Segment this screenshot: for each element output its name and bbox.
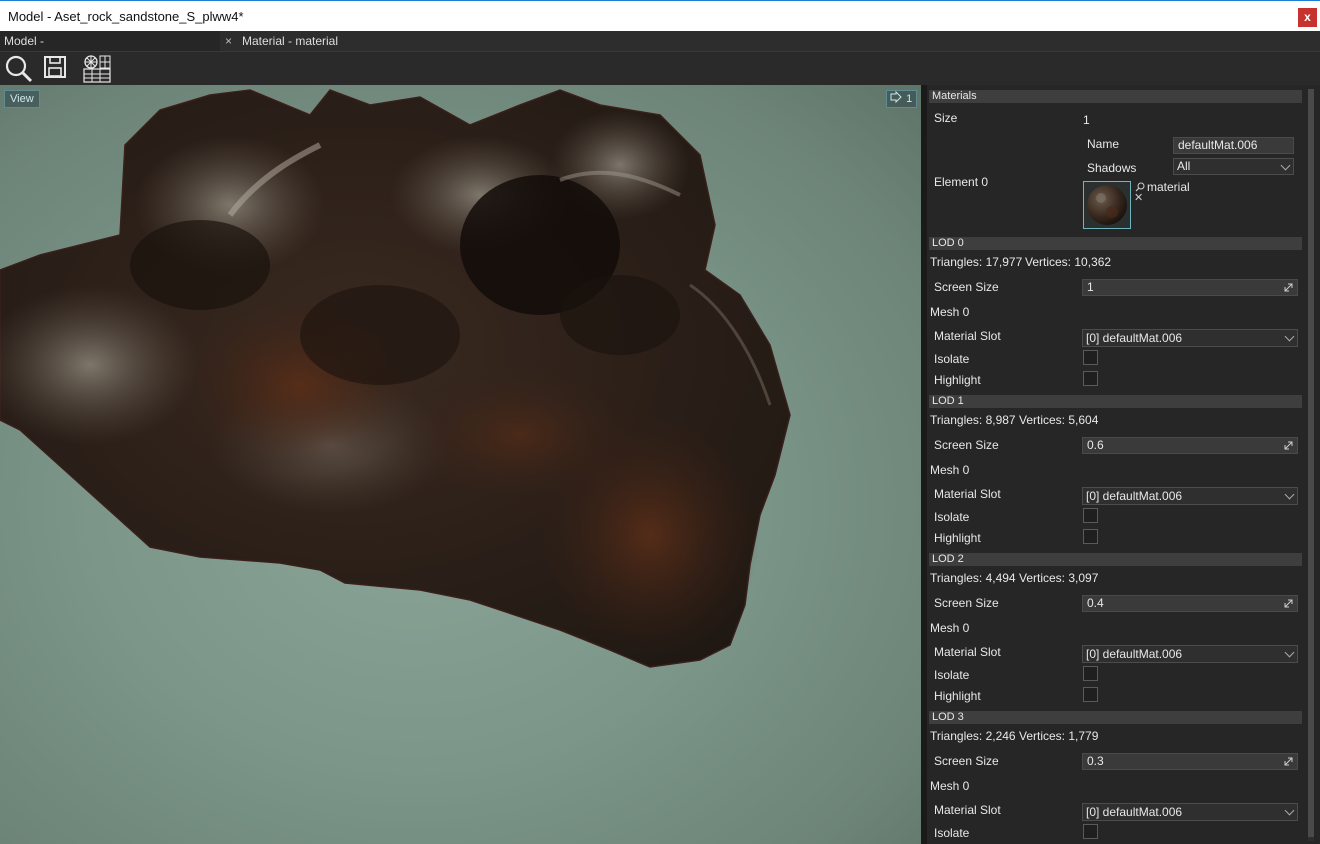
lod-3-isolate-checkbox[interactable] — [1083, 824, 1098, 839]
element-0-label: Element 0 — [934, 175, 989, 189]
lod-2-triangles: Triangles: 4,494 — [930, 571, 1016, 585]
lod-1-highlight-label: Highlight — [934, 531, 981, 545]
lod-1-vertices: Vertices: 5,604 — [1019, 413, 1099, 427]
lod-3-screen-size-label: Screen Size — [934, 754, 999, 768]
lod-0-triangles: Triangles: 17,977 — [930, 255, 1023, 269]
lod-2-screen-size-value: 0.4 — [1087, 596, 1104, 610]
tab-close-icon[interactable]: × — [225, 31, 232, 51]
lod-1-highlight-checkbox[interactable] — [1083, 529, 1098, 544]
expand-icon[interactable] — [1283, 756, 1294, 767]
material-name-label: Name — [1087, 137, 1120, 151]
lod-3-isolate-label: Isolate — [934, 826, 970, 840]
materials-size-value[interactable]: 1 — [1083, 113, 1090, 127]
lod-0-material-slot-value: [0] defaultMat.006 — [1086, 331, 1183, 345]
lod-3-material-slot-value: [0] defaultMat.006 — [1086, 805, 1183, 819]
expand-icon[interactable] — [1283, 598, 1294, 609]
chevron-down-icon — [1280, 160, 1291, 171]
lod-2-highlight-checkbox[interactable] — [1083, 687, 1098, 702]
lod-3-screen-size-input[interactable]: 0.3 — [1082, 753, 1298, 770]
lod-2-screen-size-input[interactable]: 0.4 — [1082, 595, 1298, 612]
arrow-right-icon — [890, 90, 902, 104]
lod-1-screen-size-value: 0.6 — [1087, 438, 1104, 452]
lod-3-screen-size-value: 0.3 — [1087, 754, 1104, 768]
lod-0-vertices: Vertices: 10,362 — [1025, 255, 1112, 269]
shadows-label: Shadows — [1087, 161, 1137, 175]
lod-3-vertices: Vertices: 1,779 — [1019, 729, 1099, 743]
lod-3-triangles: Triangles: 2,246 — [930, 729, 1016, 743]
lod-1-mesh-label[interactable]: Mesh 0 — [930, 463, 969, 477]
lod-2-isolate-label: Isolate — [934, 668, 970, 682]
lod-1-screen-size-input[interactable]: 0.6 — [1082, 437, 1298, 454]
tab-model[interactable]: Model - Aset_rock_sandstone_S_plww4* — [0, 31, 220, 68]
tab-bar: Model - Aset_rock_sandstone_S_plww4* × M… — [0, 31, 1320, 68]
window-title: Model - Aset_rock_sandstone_S_plww4* — [8, 9, 244, 24]
lod-3-material-slot-dropdown[interactable]: [0] defaultMat.006 — [1082, 803, 1298, 821]
lod-selector-button[interactable]: 1 — [886, 90, 917, 108]
remove-asset-icon[interactable]: ✕ — [1134, 191, 1143, 204]
lod-0-highlight-label: Highlight — [934, 373, 981, 387]
lod-1-material-slot-label: Material Slot — [934, 487, 1001, 501]
view-menu-button[interactable]: View — [4, 90, 40, 108]
material-thumbnail[interactable] — [1083, 181, 1131, 229]
lod-0-highlight-checkbox[interactable] — [1083, 371, 1098, 386]
lod-0-screen-size-value: 1 — [1087, 280, 1094, 294]
chevron-down-icon — [1284, 647, 1295, 658]
properties-scrollbar[interactable] — [1308, 89, 1314, 841]
lod-0-section-header[interactable]: LOD 0 — [929, 237, 1302, 250]
lod-2-isolate-checkbox[interactable] — [1083, 666, 1098, 681]
lod-1-isolate-label: Isolate — [934, 510, 970, 524]
materials-size-label: Size — [934, 111, 958, 125]
lod-1-section-header[interactable]: LOD 1 — [929, 395, 1302, 408]
expand-icon[interactable] — [1283, 440, 1294, 451]
lod-3-mesh-label[interactable]: Mesh 0 — [930, 779, 969, 793]
lod-2-section-header[interactable]: LOD 2 — [929, 553, 1302, 566]
save-icon[interactable] — [42, 54, 72, 84]
lod-0-material-slot-label: Material Slot — [934, 329, 1001, 343]
shadows-dropdown[interactable]: All — [1173, 158, 1294, 175]
rock-model-render — [0, 89, 791, 668]
lod-1-screen-size-label: Screen Size — [934, 438, 999, 452]
search-icon[interactable] — [4, 54, 34, 84]
chevron-down-icon — [1284, 805, 1295, 816]
lod-2-material-slot-dropdown[interactable]: [0] defaultMat.006 — [1082, 645, 1298, 663]
lod-3-section-header[interactable]: LOD 3 — [929, 711, 1302, 724]
lod-0-material-slot-dropdown[interactable]: [0] defaultMat.006 — [1082, 329, 1298, 347]
window-titlebar: Model - Aset_rock_sandstone_S_plww4* x — [0, 0, 1320, 31]
lod-2-highlight-label: Highlight — [934, 689, 981, 703]
lod-2-mesh-label[interactable]: Mesh 0 — [930, 621, 969, 635]
material-asset-name: material — [1147, 180, 1190, 194]
wireframe-grid-icon[interactable] — [82, 54, 112, 84]
lod-2-material-slot-label: Material Slot — [934, 645, 1001, 659]
lod-3-material-slot-label: Material Slot — [934, 803, 1001, 817]
properties-panel: Materials Size 1 Element 0 Name defaultM… — [927, 85, 1320, 844]
expand-icon[interactable] — [1283, 282, 1294, 293]
tab-material[interactable]: Material - material — [242, 31, 338, 51]
3d-viewport[interactable]: View 1 — [0, 85, 921, 844]
window-close-button[interactable]: x — [1298, 8, 1317, 27]
lod-0-screen-size-label: Screen Size — [934, 280, 999, 294]
chevron-down-icon — [1284, 489, 1295, 500]
lod-0-isolate-checkbox[interactable] — [1083, 350, 1098, 365]
toolbar — [0, 52, 1320, 85]
materials-section-header[interactable]: Materials — [929, 90, 1302, 103]
shadows-dropdown-value: All — [1177, 159, 1191, 173]
lod-1-material-slot-dropdown[interactable]: [0] defaultMat.006 — [1082, 487, 1298, 505]
lod-2-screen-size-label: Screen Size — [934, 596, 999, 610]
lod-0-mesh-label[interactable]: Mesh 0 — [930, 305, 969, 319]
lod-0-isolate-label: Isolate — [934, 352, 970, 366]
chevron-down-icon — [1284, 331, 1295, 342]
scrollbar-thumb[interactable] — [1308, 89, 1314, 837]
lod-2-vertices: Vertices: 3,097 — [1019, 571, 1099, 585]
lod-1-isolate-checkbox[interactable] — [1083, 508, 1098, 523]
lod-2-material-slot-value: [0] defaultMat.006 — [1086, 647, 1183, 661]
lod-selector-value: 1 — [906, 93, 913, 105]
material-name-input[interactable]: defaultMat.006 — [1173, 137, 1294, 154]
lod-1-material-slot-value: [0] defaultMat.006 — [1086, 489, 1183, 503]
lod-1-triangles: Triangles: 8,987 — [930, 413, 1016, 427]
lod-0-screen-size-input[interactable]: 1 — [1082, 279, 1298, 296]
